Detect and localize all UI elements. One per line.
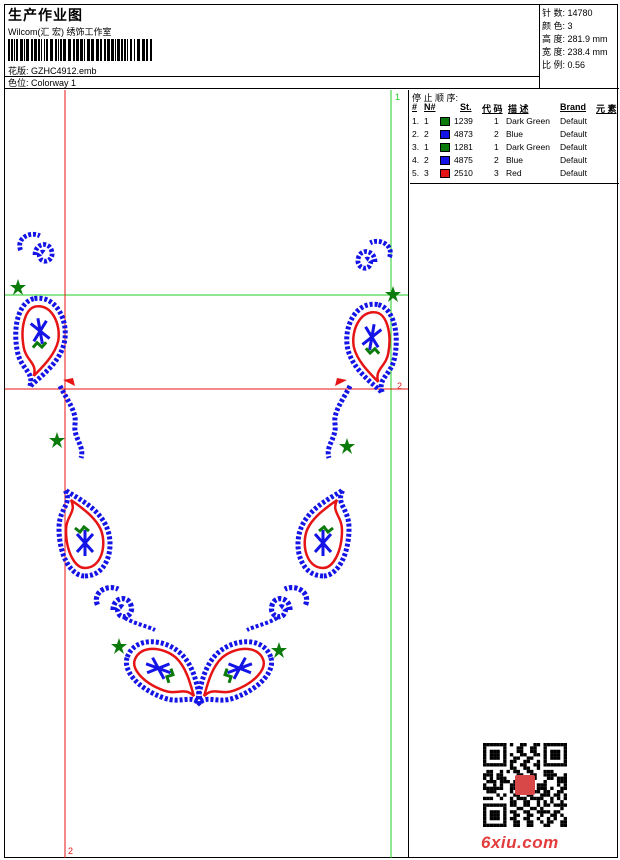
barcode — [8, 39, 152, 61]
design-stats: 针 数: 14780 颜 色: 3 高 度: 281.9 mm 宽 度: 238… — [542, 7, 618, 72]
scroll-motif — [96, 588, 131, 617]
stat-scale: 比 例: 0.56 — [542, 60, 586, 70]
row-needle: 2 — [424, 129, 429, 139]
row-needle: 1 — [424, 116, 429, 126]
scroll-motif — [271, 588, 306, 617]
star-motif — [49, 432, 65, 448]
qr-code[interactable] — [481, 743, 569, 827]
row-needle: 1 — [424, 142, 429, 152]
red-accent — [335, 378, 347, 386]
row-index: 1. — [412, 116, 420, 126]
sheet-header: 生产作业图 Wilcom(汇 宏) 绣饰工作室 花版: GZHC4912.emb… — [5, 5, 619, 89]
scroll-motif — [20, 234, 52, 261]
row-index: 4. — [412, 155, 420, 165]
row-desc: Blue — [506, 129, 524, 139]
file-name: GZHC4912.emb — [31, 66, 97, 76]
row-desc: Red — [506, 168, 522, 178]
row-stitches: 1239 — [454, 116, 473, 126]
vine-motif — [123, 616, 156, 632]
row-desc: Dark Green — [506, 142, 550, 152]
stop-row: 1. 1 1239 1 Dark Green Default — [410, 115, 619, 128]
vine-motif — [246, 616, 279, 632]
row-desc: Blue — [506, 155, 524, 165]
color-swatch — [440, 117, 450, 126]
colorway-row: 色位: Colorway 1 — [5, 76, 540, 89]
vine-motif — [57, 384, 85, 459]
row-index: 5. — [412, 168, 420, 178]
star-motif — [271, 642, 287, 658]
star-motif — [339, 438, 355, 454]
production-sheet: 生产作业图 Wilcom(汇 宏) 绣饰工作室 花版: GZHC4912.emb… — [4, 4, 619, 858]
row-code: 1 — [494, 142, 499, 152]
row-brand: Default — [560, 142, 587, 152]
row-index: 3. — [412, 142, 420, 152]
stat-colors: 颜 色: 3 — [542, 21, 573, 31]
stat-height: 高 度: 281.9 mm — [542, 34, 608, 44]
page-title: 生产作业图 — [8, 7, 83, 23]
row-brand: Default — [560, 129, 587, 139]
row-brand: Default — [560, 168, 587, 178]
paisley-motif — [9, 294, 74, 388]
row-brand: Default — [560, 116, 587, 126]
row-brand: Default — [560, 155, 587, 165]
row-stitches: 4875 — [454, 155, 473, 165]
row-code: 2 — [494, 155, 499, 165]
color-swatch — [440, 169, 450, 178]
star-motif — [111, 638, 127, 654]
row-stitches: 1281 — [454, 142, 473, 152]
embroidery-preview[interactable]: 1 2 2 — [5, 90, 409, 858]
star-motif — [10, 279, 26, 295]
stop-row: 3. 1 1281 1 Dark Green Default — [410, 141, 619, 154]
studio-name: Wilcom(汇 宏) 绣饰工作室 — [8, 27, 112, 37]
row-stitches: 2510 — [454, 168, 473, 178]
color-swatch — [440, 156, 450, 165]
header-info: 生产作业图 Wilcom(汇 宏) 绣饰工作室 花版: GZHC4912.emb… — [5, 5, 540, 89]
guide-marker-bottom: 2 — [68, 846, 74, 856]
row-needle: 3 — [424, 168, 429, 178]
paisley-motif — [59, 490, 110, 576]
color-swatch — [440, 143, 450, 152]
row-stitches: 4873 — [454, 129, 473, 139]
row-desc: Dark Green — [506, 116, 550, 126]
scroll-motif — [358, 241, 390, 268]
file-label: 花版: — [8, 66, 29, 76]
color-swatch — [440, 130, 450, 139]
stop-row: 2. 2 4873 2 Blue Default — [410, 128, 619, 141]
paisley-motif — [298, 490, 349, 576]
stat-stitches: 针 数: 14780 — [542, 8, 593, 18]
stop-row: 5. 3 2510 3 Red Default — [410, 167, 619, 180]
row-needle: 2 — [424, 155, 429, 165]
stop-sequence-panel: 停 止 顺 序: # N# St. 代 码 描 述 Brand 元 素 1. 1 1… — [410, 90, 619, 184]
row-code: 1 — [494, 116, 499, 126]
guide-marker-right: 2 — [397, 381, 403, 391]
embroidery-canvas — [5, 90, 408, 858]
row-code: 3 — [494, 168, 499, 178]
stat-width: 宽 度: 238.4 mm — [542, 47, 608, 57]
row-code: 2 — [494, 129, 499, 139]
stop-row: 4. 2 4875 2 Blue Default — [410, 154, 619, 167]
guide-marker-top: 1 — [395, 92, 401, 102]
colorway-label: 色位: — [8, 78, 29, 88]
colorway-value: Colorway 1 — [31, 78, 77, 88]
watermark-site: 6xiu.com — [481, 833, 559, 852]
star-motif — [385, 286, 401, 302]
row-index: 2. — [412, 129, 420, 139]
stop-sequence-header: # N# St. 代 码 描 述 Brand 元 素 — [412, 102, 617, 114]
paisley-motif — [338, 300, 403, 394]
